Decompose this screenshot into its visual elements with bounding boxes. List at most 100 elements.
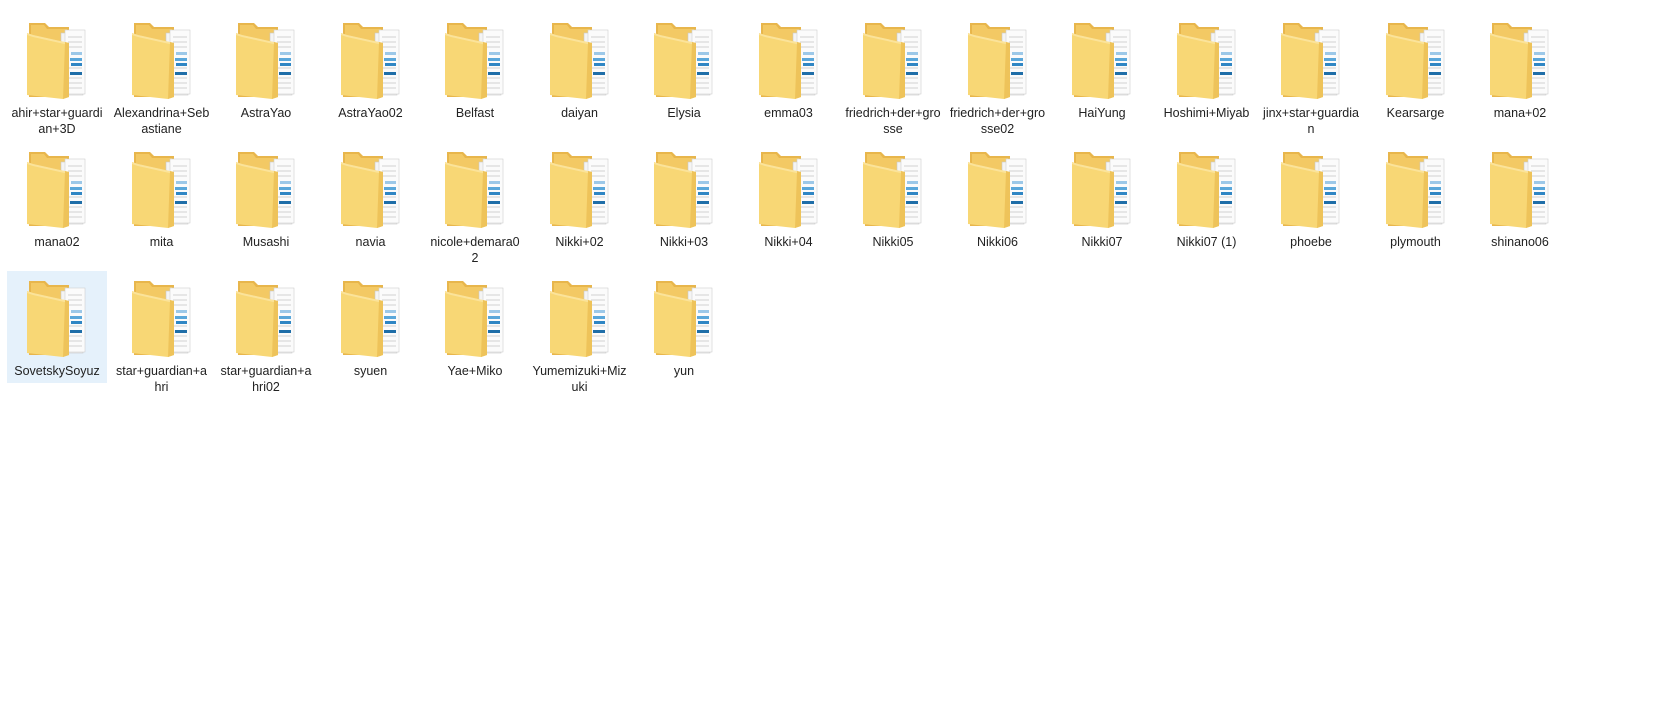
folder-item[interactable]: Kearsarge <box>1366 13 1466 142</box>
folder-item[interactable]: AstraYao <box>216 13 316 142</box>
folder-icon <box>549 152 608 228</box>
folder-item[interactable]: Nikki05 <box>843 142 943 271</box>
folder-icon <box>1281 152 1340 228</box>
folder-icon <box>27 152 86 228</box>
folder-item[interactable]: SovetskySoyuz <box>7 271 107 383</box>
folder-item[interactable]: shinano06 <box>1470 142 1570 271</box>
folder-name: plymouth <box>1390 235 1441 249</box>
folder-name: friedrich+der+grosse <box>845 106 941 136</box>
folder-name: daiyan <box>561 106 598 120</box>
folder-icon <box>445 23 504 99</box>
folder-icon <box>758 23 817 99</box>
folder-name: Nikki06 <box>977 235 1018 249</box>
folder-item[interactable]: mana+02 <box>1470 13 1570 142</box>
folder-name: phoebe <box>1290 235 1332 249</box>
folder-grid: ahir+star+guardian+3D Alexandrina+Sebast… <box>7 13 1647 400</box>
folder-icon <box>1281 23 1340 99</box>
folder-name: jinx+star+guardian <box>1263 106 1359 136</box>
folder-item[interactable]: Alexandrina+Sebastiane <box>112 13 212 142</box>
folder-item[interactable]: mana02 <box>7 142 107 271</box>
folder-name: syuen <box>353 364 388 378</box>
folder-icon <box>27 23 86 99</box>
folder-item[interactable]: Yumemizuki+Mizuki <box>530 271 630 400</box>
folder-item[interactable]: Musashi <box>216 142 316 271</box>
folder-icon <box>1385 152 1444 228</box>
folder-name: nicole+demara02 <box>430 235 520 265</box>
folder-item[interactable]: Nikki+04 <box>739 142 839 271</box>
folder-item[interactable]: HaiYung <box>1052 13 1152 142</box>
folder-item[interactable]: star+guardian+ahri <box>112 271 212 400</box>
folder-icon <box>131 281 190 357</box>
folder-icon <box>1176 23 1235 99</box>
folder-icon <box>1490 152 1549 228</box>
folder-name: star+guardian+ahri <box>115 364 208 394</box>
folder-name: yun <box>673 364 695 378</box>
folder-icon <box>236 281 295 357</box>
folder-name: mana+02 <box>1493 106 1547 120</box>
folder-item[interactable]: Nikki+02 <box>530 142 630 271</box>
folder-item[interactable]: phoebe <box>1261 142 1361 271</box>
folder-name: friedrich+der+grosse02 <box>949 106 1046 136</box>
folder-name: Yumemizuki+Mizuki <box>532 364 627 394</box>
folder-name: Nikki+04 <box>764 235 813 249</box>
folder-icon <box>1490 23 1549 99</box>
folder-item[interactable]: emma03 <box>739 13 839 142</box>
folder-icon <box>863 152 922 228</box>
folder-icon <box>131 152 190 228</box>
folder-icon <box>340 23 399 99</box>
folder-item[interactable]: Elysia <box>634 13 734 142</box>
folder-name: star+guardian+ahri02 <box>220 364 312 394</box>
folder-item[interactable]: Yae+Miko <box>425 271 525 400</box>
folder-item[interactable]: Nikki07 (1) <box>1157 142 1257 271</box>
folder-name: shinano06 <box>1491 235 1549 249</box>
folder-item[interactable]: Nikki+03 <box>634 142 734 271</box>
folder-item[interactable]: mita <box>112 142 212 271</box>
folder-icon <box>654 281 713 357</box>
folder-item[interactable]: plymouth <box>1366 142 1466 271</box>
folder-name: Nikki05 <box>872 235 914 249</box>
folder-icon <box>1072 23 1131 99</box>
folder-name: Nikki+02 <box>555 235 604 249</box>
folder-item[interactable]: Nikki07 <box>1052 142 1152 271</box>
folder-icon <box>27 281 86 357</box>
folder-item[interactable]: syuen <box>321 271 421 400</box>
folder-name: Belfast <box>455 106 495 120</box>
folder-name: mita <box>149 235 174 249</box>
folder-icon <box>1385 23 1444 99</box>
folder-icon <box>131 23 190 99</box>
folder-icon <box>967 152 1026 228</box>
folder-item[interactable]: AstraYao02 <box>321 13 421 142</box>
folder-name: Nikki+03 <box>659 235 709 249</box>
folder-item[interactable]: friedrich+der+grosse02 <box>948 13 1048 142</box>
folder-name: emma03 <box>764 106 813 120</box>
folder-name: mana02 <box>34 235 80 249</box>
folder-name: Alexandrina+Sebastiane <box>113 106 210 136</box>
folder-name: Hoshimi+Miyab <box>1163 106 1250 120</box>
folder-icon <box>236 152 295 228</box>
folder-name: Kearsarge <box>1386 106 1445 120</box>
folder-name: Nikki07 <box>1081 235 1123 249</box>
folder-icon <box>549 23 608 99</box>
folder-icon <box>654 152 713 228</box>
folder-icon <box>758 152 817 228</box>
folder-item[interactable]: Belfast <box>425 13 525 142</box>
folder-item[interactable]: Hoshimi+Miyab <box>1157 13 1257 142</box>
folder-item[interactable]: yun <box>634 271 734 400</box>
folder-item[interactable]: Nikki06 <box>948 142 1048 271</box>
folder-name: SovetskySoyuz <box>14 364 100 378</box>
folder-name: navia <box>355 235 386 249</box>
folder-icon <box>549 281 608 357</box>
folder-name: Yae+Miko <box>447 364 503 378</box>
folder-item[interactable]: nicole+demara02 <box>425 142 525 271</box>
folder-icon <box>1176 152 1235 228</box>
folder-icon <box>236 23 295 99</box>
folder-item[interactable]: daiyan <box>530 13 630 142</box>
folder-item[interactable]: ahir+star+guardian+3D <box>7 13 107 142</box>
folder-item[interactable]: star+guardian+ahri02 <box>216 271 316 400</box>
folder-item[interactable]: jinx+star+guardian <box>1261 13 1361 142</box>
folder-icon <box>1072 152 1131 228</box>
folder-icon <box>863 23 922 99</box>
folder-item[interactable]: navia <box>321 142 421 271</box>
folder-item[interactable]: friedrich+der+grosse <box>843 13 943 142</box>
folder-icon <box>340 281 399 357</box>
